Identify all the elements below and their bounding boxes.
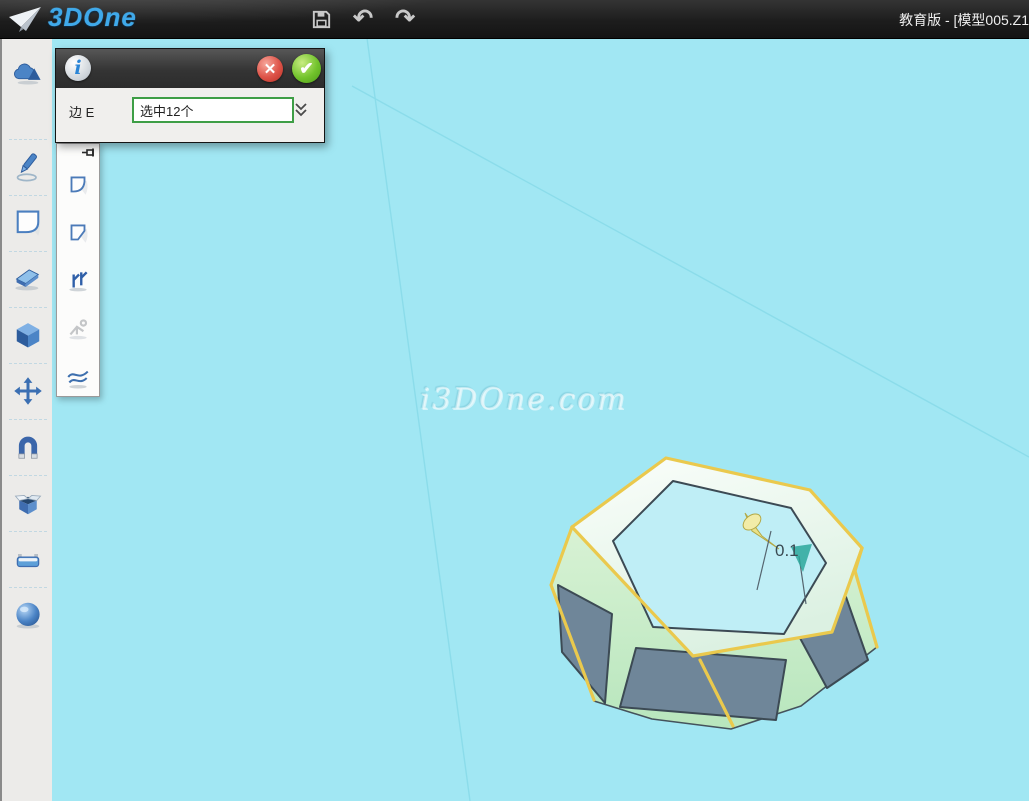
sidebar-item-sketch-plane[interactable]	[4, 197, 52, 249]
main-toolbar	[0, 38, 52, 801]
chamfer-icon	[65, 220, 91, 246]
banner-icon	[13, 544, 43, 574]
watermark: i3DOne.com	[420, 382, 627, 417]
eraser-icon	[12, 264, 44, 294]
dialog-title-bar: i ✕ ✔	[56, 49, 324, 89]
sidebar-separator	[9, 195, 47, 196]
app-brand: 3DOne	[48, 2, 137, 33]
model-hexagonal-bowl[interactable]: 0.1	[551, 458, 877, 729]
cancel-button[interactable]: ✕	[257, 56, 283, 82]
magnet-icon	[13, 432, 43, 462]
info-icon[interactable]: i	[65, 55, 91, 81]
edge-selection-dialog: i ✕ ✔ 边 E	[55, 48, 325, 143]
sidebar-item-sketch-pen[interactable]	[4, 141, 52, 193]
sidebar-separator	[9, 139, 47, 140]
redo-button[interactable]: ↷	[389, 3, 421, 35]
material-sphere-icon	[13, 600, 43, 630]
tool-face-fillet[interactable]	[57, 354, 99, 400]
sidebar-item-cube[interactable]	[4, 309, 52, 361]
draft-icon	[65, 268, 91, 294]
paper-plane-logo-icon	[6, 5, 44, 33]
sidebar-item-magnet[interactable]	[4, 421, 52, 473]
sidebar-item-open-box[interactable]	[4, 477, 52, 529]
tool-disabled	[57, 306, 99, 352]
model-panel-front	[620, 648, 786, 720]
sidebar-item-cloud-library[interactable]	[4, 47, 52, 99]
sidebar-item-banner[interactable]	[4, 533, 52, 585]
cube-icon	[13, 320, 43, 350]
sidebar-separator	[9, 251, 47, 252]
face-fillet-icon	[65, 364, 91, 390]
edge-selection-input[interactable]	[132, 97, 294, 123]
fillet-tool-palette	[56, 143, 100, 397]
sketch-pen-icon	[13, 151, 43, 183]
move-arrows-icon	[13, 376, 43, 406]
sidebar-separator	[9, 419, 47, 420]
save-icon	[310, 8, 333, 31]
dialog-body: 边 E	[56, 88, 324, 142]
grid-line	[367, 38, 470, 801]
sidebar-item-move[interactable]	[4, 365, 52, 417]
cancel-icon: ✕	[264, 60, 277, 78]
dimension-label: 0.1	[775, 541, 799, 560]
fillet-icon	[65, 172, 91, 198]
undo-button[interactable]: ↶	[347, 3, 379, 35]
confirm-button[interactable]: ✔	[292, 54, 321, 83]
tool-fillet[interactable]	[57, 162, 99, 208]
sidebar-item-material-sphere[interactable]	[4, 589, 52, 641]
tool-chamfer[interactable]	[57, 210, 99, 256]
sidebar-separator	[9, 531, 47, 532]
undo-icon: ↶	[353, 4, 373, 34]
disabled-tool-icon	[65, 316, 91, 342]
confirm-icon: ✔	[299, 59, 313, 79]
window-title: 教育版 - [模型005.Z1	[899, 10, 1029, 30]
sidebar-separator	[9, 475, 47, 476]
double-chevron-down-icon[interactable]	[293, 100, 309, 120]
sidebar-separator	[9, 307, 47, 308]
sketch-plane-icon	[12, 207, 44, 239]
sidebar-separator	[9, 587, 47, 588]
open-box-icon	[13, 488, 43, 518]
edge-field-label: 边 E	[69, 102, 94, 121]
sidebar-separator	[9, 363, 47, 364]
redo-icon: ↷	[395, 4, 415, 34]
cloud-library-icon	[12, 58, 44, 88]
tool-draft[interactable]	[57, 258, 99, 304]
pin-icon[interactable]	[82, 148, 96, 160]
title-bar: 3DOne ↶ ↷ 教育版 - [模型005.Z1	[0, 0, 1029, 39]
save-button[interactable]	[305, 3, 337, 35]
sidebar-item-eraser[interactable]	[4, 253, 52, 305]
